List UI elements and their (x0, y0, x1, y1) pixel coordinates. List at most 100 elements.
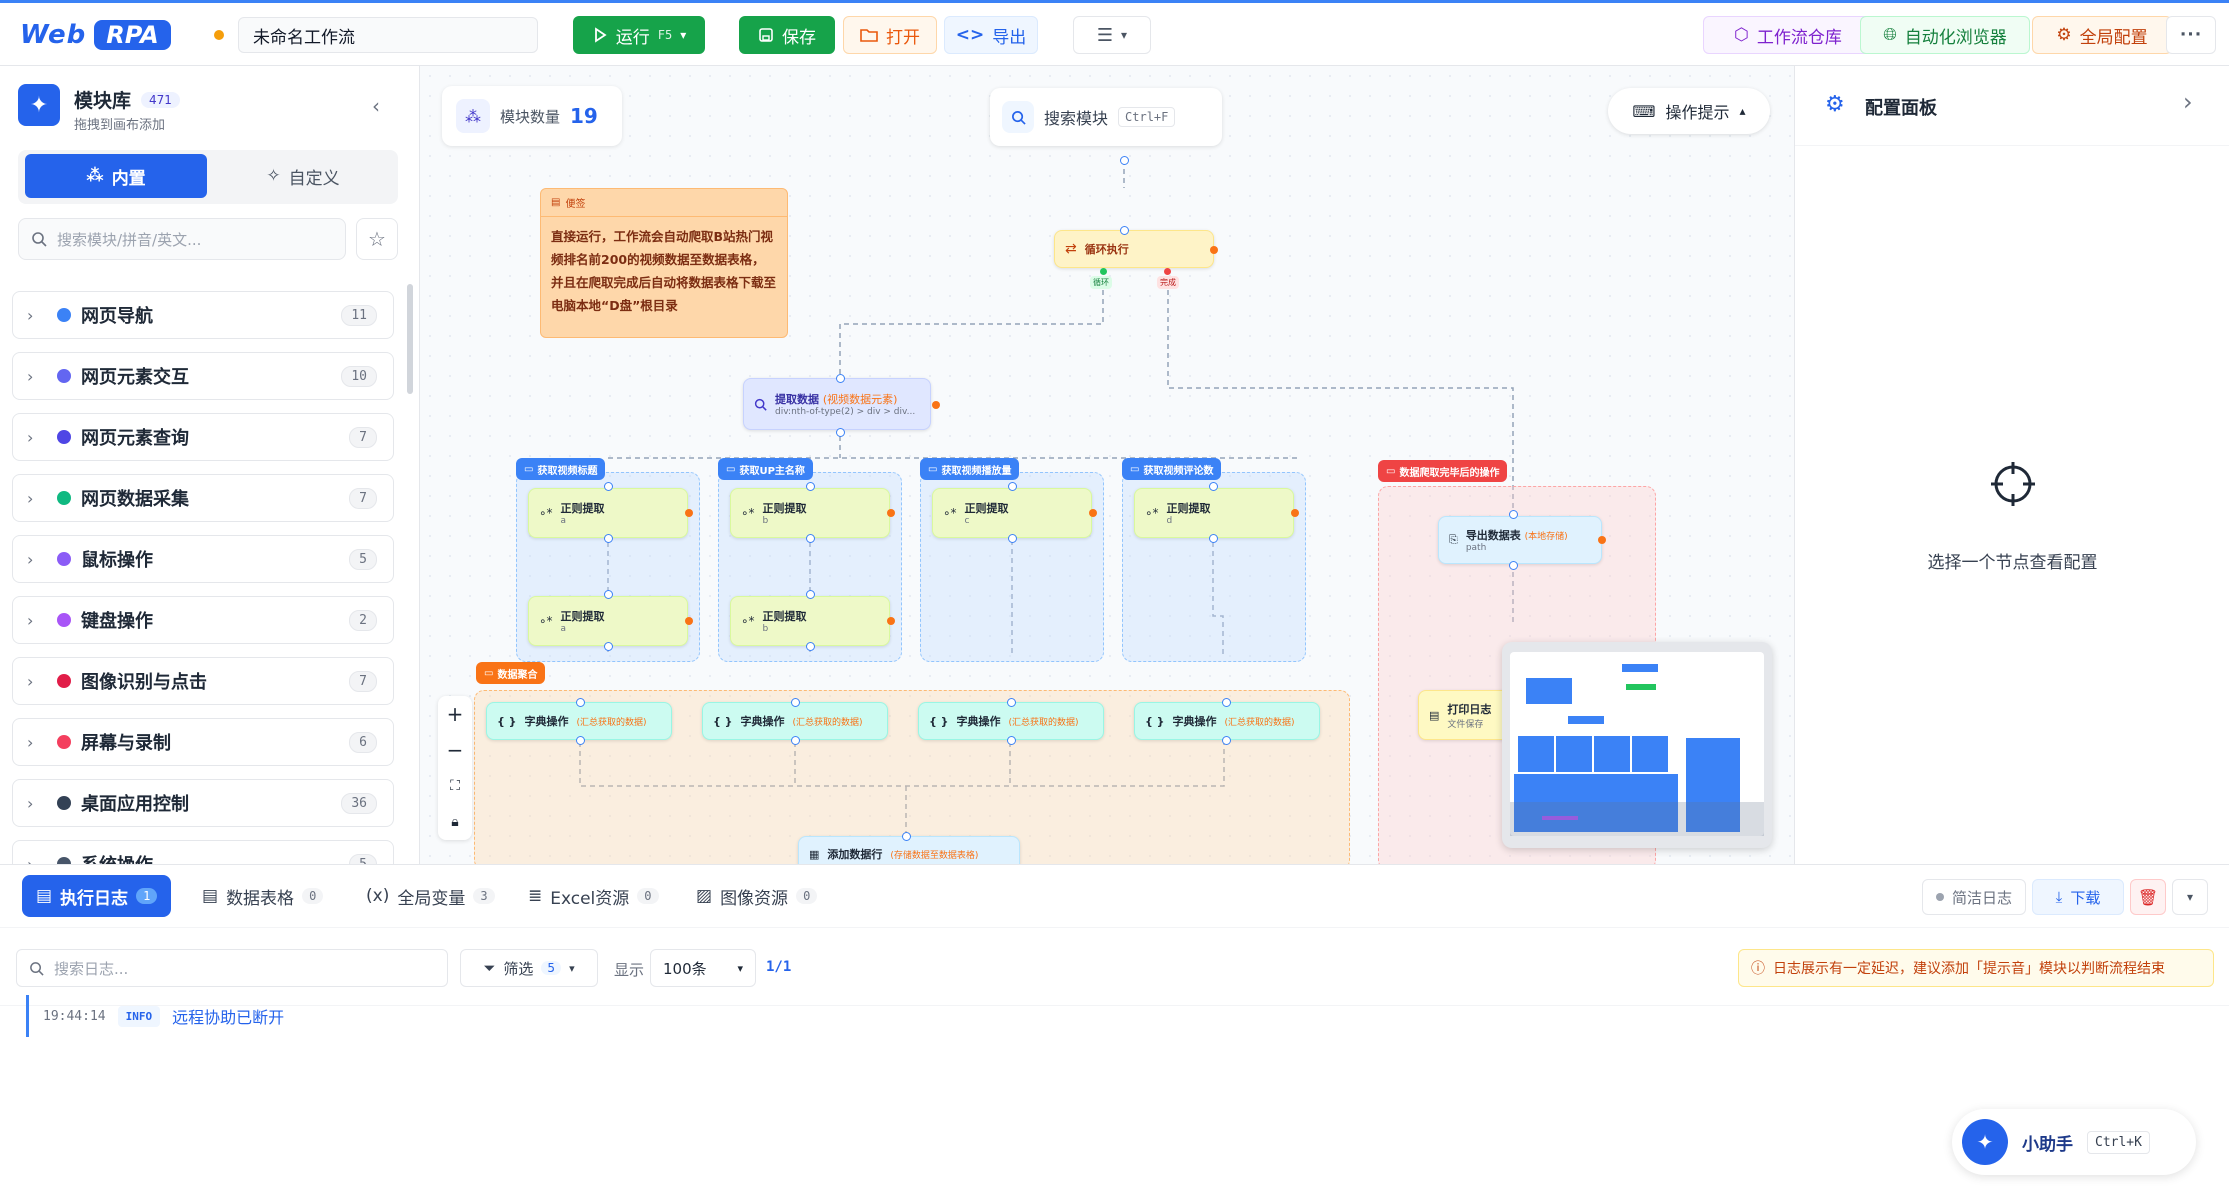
regex-node[interactable]: ∘* 正则提取 a (528, 488, 688, 538)
workflow-canvas[interactable]: ⁂ 模块数量 19 搜索模块 Ctrl+F ⌨ 操作提示 ▴ ▤ 便签 直接运行… (420, 66, 1794, 864)
automation-browser-button[interactable]: 🌐︎ 自动化浏览器 (1860, 16, 2030, 54)
group-header[interactable]: ▭ 获取视频标题 (516, 458, 606, 480)
regex-node[interactable]: ∘* 正则提取 c (932, 488, 1092, 538)
tab-excel-resources[interactable]: ≣ Excel资源 0 (514, 875, 673, 917)
port[interactable] (806, 590, 815, 599)
collapse-panel-button[interactable]: ▾ (2172, 879, 2208, 915)
dict-node[interactable]: { } 字典操作 (汇总获取的数据) (702, 702, 888, 740)
port[interactable] (1209, 482, 1218, 491)
regex-node[interactable]: ∘* 正则提取 a (528, 596, 688, 646)
port[interactable] (887, 509, 895, 517)
layout-menu-button[interactable]: ☰ ▾ (1073, 16, 1151, 54)
group-header[interactable]: ▭ 获取视频播放量 (920, 458, 1020, 480)
port[interactable] (576, 698, 585, 707)
port[interactable] (1089, 509, 1097, 517)
chevron-right-icon[interactable]: › (2183, 88, 2193, 116)
zoom-out-button[interactable]: − (438, 732, 472, 768)
search-module-button[interactable]: 搜索模块 Ctrl+F (990, 88, 1222, 146)
category-item[interactable]: › 鼠标操作 5 (12, 535, 394, 583)
category-item[interactable]: › 网页数据采集 7 (12, 474, 394, 522)
tab-image-resources[interactable]: ▨ 图像资源 0 (682, 875, 831, 917)
tab-data-table[interactable]: ▤ 数据表格 0 (188, 875, 337, 917)
dict-node[interactable]: { } 字典操作 (汇总获取的数据) (1134, 702, 1320, 740)
port[interactable] (806, 482, 815, 491)
global-config-button[interactable]: ⚙ 全局配置 (2032, 16, 2172, 54)
port[interactable] (836, 428, 845, 437)
port[interactable] (1509, 510, 1518, 519)
port[interactable] (685, 509, 693, 517)
port[interactable] (604, 590, 613, 599)
loop-node[interactable]: ⇄ 循环执行 (1054, 230, 1214, 268)
concise-log-toggle[interactable]: 简洁日志 (1922, 879, 2026, 915)
port[interactable] (1008, 534, 1017, 543)
port[interactable] (685, 617, 693, 625)
workflow-name-input[interactable]: 未命名工作流 (238, 17, 538, 53)
port[interactable] (1008, 482, 1017, 491)
done-port-dot[interactable] (1164, 268, 1171, 275)
port[interactable] (836, 374, 845, 383)
port[interactable] (1210, 246, 1218, 254)
regex-node[interactable]: ∘* 正则提取 b (730, 596, 890, 646)
group-header[interactable]: ▭ 获取UP主名称 (718, 458, 813, 480)
save-button[interactable]: 保存 (739, 16, 835, 54)
extract-data-node[interactable]: 提取数据 (视频数据元素) div:nth-of-type(2) > div >… (743, 378, 931, 430)
port[interactable] (1209, 534, 1218, 543)
workflow-repo-button[interactable]: ⬡ 工作流仓库 (1703, 16, 1873, 54)
category-item[interactable]: › 键盘操作 2 (12, 596, 394, 644)
tab-global-variables[interactable]: (x) 全局变量 3 (352, 875, 509, 917)
port[interactable] (604, 534, 613, 543)
zoom-in-button[interactable]: + (438, 696, 472, 732)
more-button[interactable]: ··· (2166, 16, 2216, 54)
port[interactable] (887, 617, 895, 625)
port[interactable] (806, 642, 815, 651)
port[interactable] (932, 401, 940, 409)
port[interactable] (1120, 156, 1129, 165)
export-table-node[interactable]: ⎘ 导出数据表 (本地存储) path (1438, 516, 1602, 564)
page-size-select[interactable]: 100条 ▾ (650, 949, 756, 987)
dict-node[interactable]: { } 字典操作 (汇总获取的数据) (486, 702, 672, 740)
port[interactable] (1222, 698, 1231, 707)
operation-hint-button[interactable]: ⌨ 操作提示 ▴ (1608, 88, 1770, 134)
log-search-input[interactable]: 搜索日志... (16, 949, 448, 987)
category-item[interactable]: › 网页元素交互 10 (12, 352, 394, 400)
port[interactable] (902, 832, 911, 841)
category-item[interactable]: › 系统操作5 (12, 840, 394, 864)
category-item[interactable]: › 桌面应用控制 36 (12, 779, 394, 827)
tab-execution-log[interactable]: ▤ 执行日志 1 (22, 875, 172, 917)
group-header[interactable]: ▭ 数据聚合 (476, 662, 546, 684)
assistant-button[interactable]: ✦ 小助手 Ctrl+K (1952, 1109, 2196, 1175)
run-button[interactable]: 运行 F5 ▾ (573, 16, 705, 54)
group-header[interactable]: ▭ 数据爬取完毕后的操作 (1378, 460, 1508, 482)
export-button[interactable]: <> 导出 (944, 16, 1038, 54)
open-button[interactable]: 打开 (843, 16, 937, 54)
category-item[interactable]: › 图像识别与点击 7 (12, 657, 394, 705)
filter-dropdown[interactable]: ⏷ 筛选 5 ▾ (460, 949, 598, 987)
lock-button[interactable]: 🔒︎ (438, 804, 472, 840)
port[interactable] (1007, 698, 1016, 707)
loop-port-dot[interactable] (1100, 268, 1107, 275)
port[interactable] (1222, 736, 1231, 745)
port[interactable] (1007, 736, 1016, 745)
port[interactable] (791, 698, 800, 707)
port[interactable] (791, 736, 800, 745)
category-item[interactable]: › 屏幕与录制 6 (12, 718, 394, 766)
fit-view-button[interactable]: ⛶ (438, 768, 472, 804)
port[interactable] (806, 534, 815, 543)
port[interactable] (1598, 536, 1606, 544)
port[interactable] (1120, 226, 1129, 235)
port[interactable] (604, 482, 613, 491)
port[interactable] (604, 642, 613, 651)
dict-node[interactable]: { } 字典操作 (汇总获取的数据) (918, 702, 1104, 740)
port[interactable] (576, 736, 585, 745)
category-item[interactable]: › 网页导航 11 (12, 291, 394, 339)
download-log-button[interactable]: ⤓ 下载 (2032, 879, 2124, 915)
port[interactable] (1291, 509, 1299, 517)
regex-node[interactable]: ∘* 正则提取 b (730, 488, 890, 538)
sticky-note[interactable]: ▤ 便签 直接运行，工作流会自动爬取B站热门视频排名前200的视频数据至数据表格… (540, 188, 788, 338)
category-item[interactable]: › 网页元素查询 7 (12, 413, 394, 461)
sidebar-scrollbar[interactable] (407, 284, 413, 394)
regex-node[interactable]: ∘* 正则提取 d (1134, 488, 1294, 538)
group-header[interactable]: ▭ 获取视频评论数 (1122, 458, 1222, 480)
minimap[interactable] (1502, 642, 1772, 848)
port[interactable] (1509, 561, 1518, 570)
